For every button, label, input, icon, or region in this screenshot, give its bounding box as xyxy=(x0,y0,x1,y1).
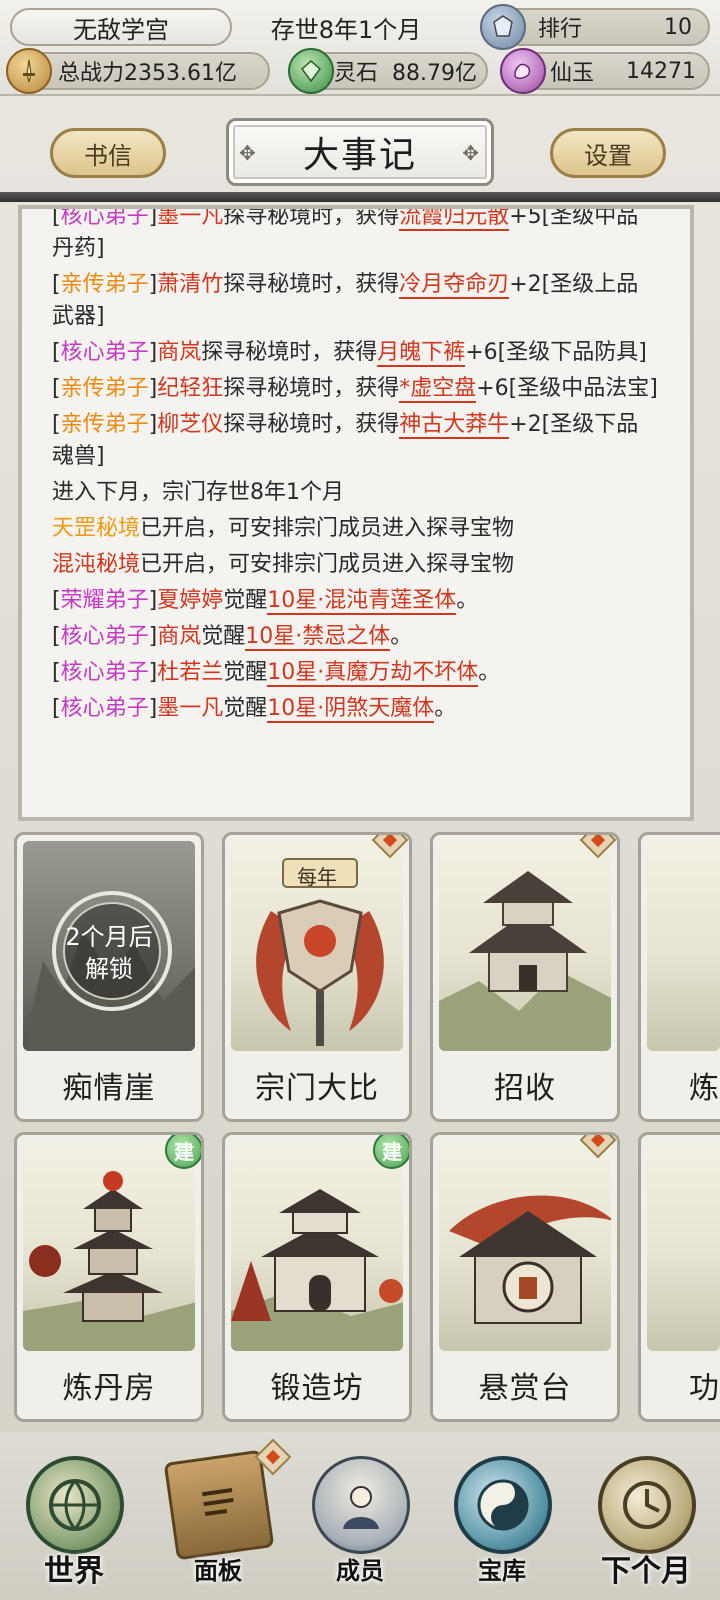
building-card-partial[interactable]: 炼 xyxy=(638,832,720,1122)
page-title-plate: ✥ 大事记 ✥ xyxy=(226,118,494,186)
immortal-jade-value: 14271 xyxy=(626,58,696,84)
rank-label: 排行 xyxy=(538,17,583,42)
building-label: 炼丹房 xyxy=(62,1371,156,1406)
settings-button-label: 设置 xyxy=(584,141,632,170)
rank-icon xyxy=(480,4,526,50)
nav-next-month[interactable]: 下个月 xyxy=(576,1432,716,1600)
log-entry-awaken: [核心弟子]杜若兰觉醒10星·真魔万劫不坏体。 xyxy=(52,660,501,687)
spirit-stone-pill: 灵石 88.79亿 xyxy=(288,48,488,94)
building-label: 痴情崖 xyxy=(62,1071,156,1106)
sword-icon xyxy=(6,48,52,94)
building-card-love-cliff[interactable]: 2个月后 解锁 痴情崖 xyxy=(14,832,204,1122)
alchemy-art xyxy=(23,1141,195,1351)
log-entry: [核心弟子]墨一凡探寻秘境时，获得流霞归元散+5[圣级中品丹药] xyxy=(52,205,639,261)
building-card-recruit[interactable]: 招收 xyxy=(430,832,620,1122)
log-entry-realm: 混沌秘境已开启，可安排宗门成员进入探寻宝物 xyxy=(52,552,515,577)
total-power-text: 总战力2353.61亿 xyxy=(58,61,237,86)
spirit-stone-value: 88.79亿 xyxy=(392,61,477,86)
sect-tournament-art: 每年 xyxy=(231,841,403,1051)
log-entry: [亲传弟子]纪轻狂探寻秘境时，获得*虚空盘+6[圣级中品法宝] xyxy=(52,376,658,403)
building-label: 宗门大比 xyxy=(255,1071,379,1106)
sect-age: 存世8年1个月 xyxy=(246,8,446,46)
spirit-stone-label: 灵石 xyxy=(334,61,379,86)
nav-members-label: 成员 xyxy=(336,1557,384,1585)
nav-panel-label: 面板 xyxy=(194,1557,242,1585)
sect-name: 无敌学宫 xyxy=(73,15,169,44)
love-cliff-art: 2个月后 解锁 xyxy=(23,841,195,1051)
page-title: 大事记 xyxy=(302,135,417,176)
recruit-art xyxy=(439,841,611,1051)
partial-art xyxy=(647,1141,720,1351)
building-card-alchemy[interactable]: 建 炼丹房 xyxy=(14,1132,204,1422)
header-divider xyxy=(0,192,720,202)
build-badge-icon: 建 xyxy=(373,1135,409,1169)
partial-art xyxy=(647,841,720,1051)
nav-world[interactable]: 世界 xyxy=(4,1432,144,1600)
log-entry-awaken: [荣耀弟子]夏婷婷觉醒10星·混沌青莲圣体。 xyxy=(52,588,479,615)
forge-art xyxy=(231,1141,403,1351)
rank-value: 10 xyxy=(664,14,692,40)
log-entry-awaken: [核心弟子]商岚觉醒10星·禁忌之体。 xyxy=(52,624,413,651)
total-power-pill: 总战力2353.61亿 xyxy=(6,48,270,94)
top-status-bar: 无敌学宫 存世8年1个月 排行 10 总战力2353.61亿 灵石 88.79亿… xyxy=(0,0,720,96)
immortal-jade-pill: 仙玉 14271 xyxy=(500,48,710,94)
spirit-stone-icon xyxy=(288,48,334,94)
log-entry: [核心弟子]商岚探寻秘境时，获得月魄下裤+6[圣级下品防具] xyxy=(52,340,647,367)
settings-button[interactable]: 设置 xyxy=(550,128,666,178)
building-card-sect-tournament[interactable]: 每年 宗门大比 xyxy=(222,832,412,1122)
event-log-panel[interactable]: [核心弟子]墨一凡探寻秘境时，获得流霞归元散+5[圣级中品丹药] [亲传弟子]萧… xyxy=(18,205,694,821)
nav-panel[interactable]: 面板 xyxy=(148,1432,292,1600)
bottom-navigation: 世界 面板 成员 宝库 下个月 xyxy=(0,1432,720,1600)
bounty-board-art xyxy=(439,1141,611,1351)
immortal-jade-icon xyxy=(500,48,546,94)
immortal-jade-label: 仙玉 xyxy=(550,61,595,86)
next-month-icon xyxy=(598,1456,696,1554)
building-card-forge[interactable]: 建 锻造坊 xyxy=(222,1132,412,1422)
ornament-right-icon: ✥ xyxy=(462,141,481,165)
sect-name-pill[interactable]: 无敌学宫 xyxy=(10,8,232,46)
building-label: 招收 xyxy=(494,1071,556,1106)
nav-next-month-label: 下个月 xyxy=(601,1554,691,1589)
building-label: 悬赏台 xyxy=(478,1371,572,1406)
building-card-partial[interactable]: 功 xyxy=(638,1132,720,1422)
letters-button[interactable]: 书信 xyxy=(50,128,166,178)
lock-text: 2个月后 解锁 xyxy=(65,923,153,983)
log-entry: [亲传弟子]萧清竹探寻秘境时，获得冷月夺命刃+2[圣级上品武器] xyxy=(52,272,639,329)
building-label: 锻造坊 xyxy=(270,1371,364,1406)
building-label: 炼 xyxy=(689,1071,720,1106)
nav-members[interactable]: 成员 xyxy=(290,1432,430,1600)
scroll-icon xyxy=(163,1449,275,1561)
log-entry: [亲传弟子]柳芝仪探寻秘境时，获得神古大莽牛+2[圣级下品魂兽] xyxy=(52,412,639,469)
building-label: 功 xyxy=(689,1371,720,1406)
ornament-left-icon: ✥ xyxy=(239,141,258,165)
nav-treasury[interactable]: 宝库 xyxy=(432,1432,572,1600)
yearly-banner: 每年 xyxy=(297,865,337,889)
rank-pill[interactable]: 排行 10 xyxy=(480,4,710,50)
letters-button-label: 书信 xyxy=(84,141,132,170)
log-entry-month: 进入下月，宗门存世8年1个月 xyxy=(52,480,344,505)
log-entry-awaken: [核心弟子]墨一凡觉醒10星·阴煞天魔体。 xyxy=(52,696,457,723)
nav-world-label: 世界 xyxy=(44,1554,104,1589)
log-entry-realm: 天罡秘境已开启，可安排宗门成员进入探寻宝物 xyxy=(52,516,515,541)
yin-yang-icon xyxy=(454,1456,552,1554)
build-badge-icon: 建 xyxy=(165,1135,201,1169)
sect-age-text: 存世8年1个月 xyxy=(270,15,422,44)
building-card-bounty-board[interactable]: 悬赏台 xyxy=(430,1132,620,1422)
member-portrait-icon xyxy=(312,1456,410,1554)
world-icon xyxy=(26,1456,124,1554)
event-log-scroll: [核心弟子]墨一凡探寻秘境时，获得流霞归元散+5[圣级中品丹药] [亲传弟子]萧… xyxy=(52,205,660,729)
nav-treasury-label: 宝库 xyxy=(478,1557,526,1585)
